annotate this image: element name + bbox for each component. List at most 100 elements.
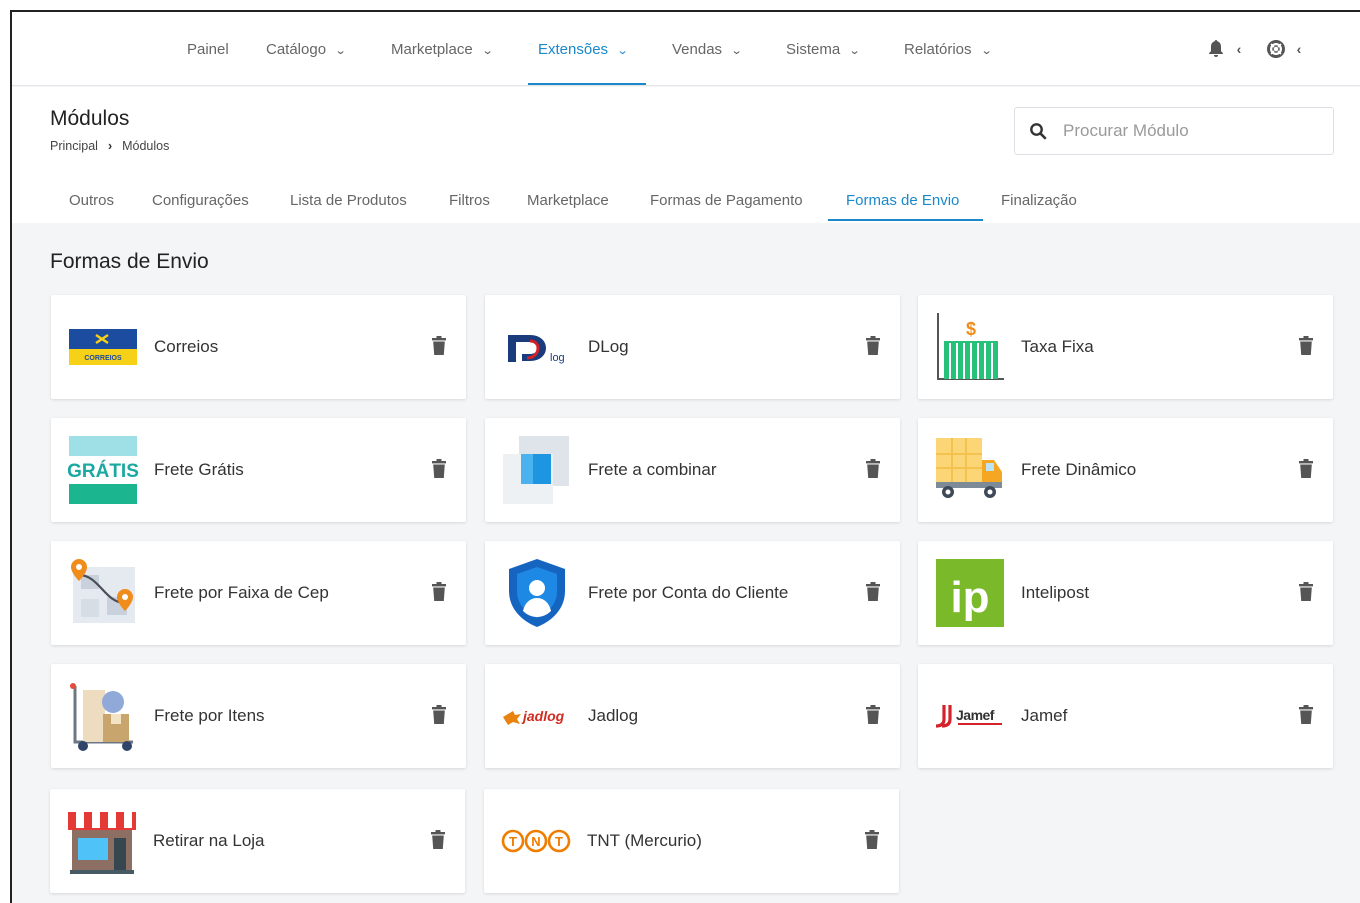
module-card-frete-por-faixa-de-cep[interactable]: Frete por Faixa de Cep [51, 541, 466, 645]
nav-item-catalogo[interactable]: Catálogo ⌄ [266, 12, 347, 86]
module-tabs: Outros Configurações Lista de Produtos F… [12, 187, 1360, 223]
module-search [1014, 107, 1334, 155]
search-input[interactable] [1063, 118, 1323, 144]
nav-item-vendas[interactable]: Vendas ⌄ [672, 12, 743, 86]
module-card-retirar-na-loja[interactable]: Retirar na Loja [50, 789, 465, 893]
module-label: Intelipost [1021, 583, 1090, 602]
storefront-icon [66, 805, 138, 877]
correios-logo: CORREIOS [67, 311, 139, 383]
chevron-down-icon: ⌄ [334, 45, 347, 57]
module-label: Retirar na Loja [153, 831, 265, 850]
section-title: Formas de Envio [50, 250, 209, 273]
module-card-taxa-fixa[interactable]: $ Taxa Fixa [918, 295, 1333, 399]
svg-text:CORREIOS: CORREIOS [84, 355, 122, 362]
trash-icon[interactable] [865, 582, 883, 604]
trash-icon[interactable] [431, 459, 449, 481]
fixed-rate-icon: $ [934, 311, 1006, 383]
trash-icon[interactable] [865, 459, 883, 481]
search-icon [1029, 122, 1047, 145]
module-label: Frete por Faixa de Cep [154, 583, 329, 602]
lifebuoy-icon[interactable] [1266, 39, 1286, 59]
svg-text:$: $ [966, 319, 976, 339]
nav-icon-group: ‹ ‹ [1206, 12, 1320, 86]
breadcrumb-separator-icon: › [107, 139, 113, 153]
tab-marketplace[interactable]: Marketplace [527, 187, 609, 223]
tab-filtros[interactable]: Filtros [449, 187, 490, 223]
trash-icon[interactable] [431, 705, 449, 727]
trash-icon[interactable] [431, 336, 449, 358]
svg-text:N: N [531, 834, 540, 849]
trash-icon[interactable] [865, 336, 883, 358]
breadcrumb-current: Módulos [122, 139, 170, 153]
module-card-frete-a-combinar[interactable]: Frete a combinar [485, 418, 900, 522]
module-card-jadlog[interactable]: jadlog Jadlog [485, 664, 900, 768]
module-card-correios[interactable]: CORREIOS Correios [51, 295, 466, 399]
chevron-down-icon: ⌄ [616, 45, 629, 57]
chevron-down-icon: ⌄ [848, 45, 861, 57]
trash-icon[interactable] [1298, 705, 1316, 727]
chevron-left-icon[interactable]: ‹ [1292, 41, 1306, 57]
nav-label: Painel [187, 41, 229, 58]
module-card-dlog[interactable]: log DLog [485, 295, 900, 399]
module-label: Correios [154, 337, 219, 356]
trash-icon[interactable] [1298, 459, 1316, 481]
module-card-jamef[interactable]: Jamef Jamef [918, 664, 1333, 768]
nav-item-sistema[interactable]: Sistema ⌄ [786, 12, 861, 86]
module-label: TNT (Mercurio) [587, 831, 702, 850]
module-label: Frete Grátis [154, 460, 244, 479]
nav-label: Catálogo [266, 41, 327, 58]
svg-text:jadlog: jadlog [521, 708, 565, 724]
module-label: Jamef [1021, 706, 1068, 725]
app-window: Painel Catálogo ⌄ Marketplace ⌄ Extensões ⌄… [10, 10, 1360, 903]
module-card-frete-por-itens[interactable]: Frete por Itens [51, 664, 466, 768]
nav-label: Marketplace [391, 41, 473, 58]
breadcrumb-link-principal[interactable]: Principal [50, 139, 98, 153]
chevron-left-icon[interactable]: ‹ [1232, 41, 1246, 57]
chevron-down-icon: ⌄ [481, 45, 494, 57]
tab-configuracoes[interactable]: Configurações [152, 187, 249, 223]
tab-active-indicator [828, 219, 983, 221]
page-title: Módulos [50, 107, 130, 130]
intelipost-logo: ip [934, 557, 1006, 629]
nav-item-relatorios[interactable]: Relatórios ⌄ [904, 12, 992, 86]
svg-text:Jamef: Jamef [956, 707, 995, 723]
bell-icon[interactable] [1206, 39, 1226, 59]
tab-outros[interactable]: Outros [69, 187, 114, 223]
module-label: Frete por Itens [154, 706, 265, 725]
jamef-logo: Jamef [934, 680, 1006, 752]
dlog-logo: log [501, 311, 573, 383]
tab-formas-de-pagamento[interactable]: Formas de Pagamento [650, 187, 803, 223]
module-label: Frete Dinâmico [1021, 460, 1137, 479]
tnt-logo: TNT [500, 805, 572, 877]
module-label: Taxa Fixa [1021, 337, 1094, 356]
trash-icon[interactable] [1298, 582, 1316, 604]
hand-truck-icon [67, 680, 139, 752]
breadcrumb: Principal › Módulos [50, 139, 169, 153]
trash-icon[interactable] [864, 830, 882, 852]
module-card-frete-por-conta-do-cliente[interactable]: Frete por Conta do Cliente [485, 541, 900, 645]
module-card-tnt-mercurio[interactable]: TNT TNT (Mercurio) [484, 789, 899, 893]
module-card-frete-dinamico[interactable]: Frete Dinâmico [918, 418, 1333, 522]
nav-label: Extensões [538, 41, 609, 58]
module-label: Frete por Conta do Cliente [588, 583, 789, 602]
chevron-down-icon: ⌄ [730, 45, 743, 57]
nav-active-indicator [528, 83, 646, 85]
tab-finalizacao[interactable]: Finalização [1001, 187, 1077, 223]
nav-label: Relatórios [904, 41, 972, 58]
jadlog-logo: jadlog [501, 680, 573, 752]
nav-item-marketplace[interactable]: Marketplace ⌄ [391, 12, 494, 86]
svg-text:T: T [509, 834, 517, 849]
nav-item-painel[interactable]: Painel [187, 12, 229, 86]
tab-formas-de-envio[interactable]: Formas de Envio [846, 187, 959, 223]
nav-item-extensoes[interactable]: Extensões ⌄ [538, 12, 629, 86]
trash-icon[interactable] [865, 705, 883, 727]
top-navigation: Painel Catálogo ⌄ Marketplace ⌄ Extensões ⌄… [12, 12, 1360, 86]
svg-text:T: T [555, 834, 563, 849]
tab-lista-de-produtos[interactable]: Lista de Produtos [290, 187, 407, 223]
module-card-frete-gratis[interactable]: GRÁTIS Frete Grátis [51, 418, 466, 522]
truck-icon [934, 434, 1006, 506]
trash-icon[interactable] [1298, 336, 1316, 358]
trash-icon[interactable] [431, 582, 449, 604]
trash-icon[interactable] [430, 830, 448, 852]
module-card-intelipost[interactable]: ip Intelipost [918, 541, 1333, 645]
